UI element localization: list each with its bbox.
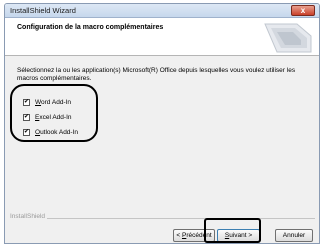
window-title: InstallShield Wizard bbox=[10, 6, 76, 15]
instruction-text: Sélectionnez la ou les application(s) Mi… bbox=[17, 67, 296, 82]
next-button-highlight-annotation bbox=[204, 218, 261, 243]
footer-divider bbox=[35, 218, 315, 219]
addins-highlight-annotation bbox=[10, 84, 98, 142]
cancel-button[interactable]: Annuler bbox=[275, 229, 313, 242]
installshield-brand: InstallShield bbox=[10, 213, 48, 220]
page-title: Configuration de la macro complémentaire… bbox=[17, 24, 164, 31]
close-button[interactable]: x bbox=[291, 5, 315, 16]
installer-graphic-icon bbox=[264, 23, 312, 53]
wizard-header: Configuration de la macro complémentaire… bbox=[5, 18, 319, 56]
title-bar: InstallShield Wizard x bbox=[5, 4, 319, 18]
